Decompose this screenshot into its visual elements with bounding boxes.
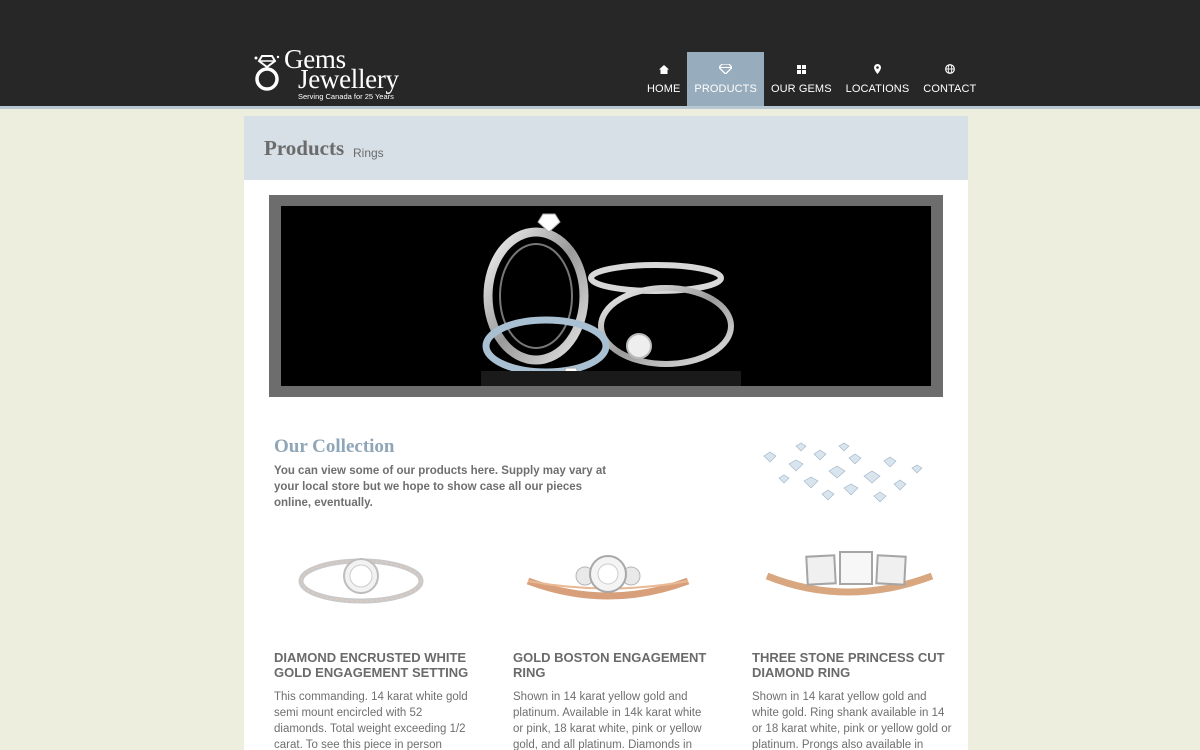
brand-tagline: Serving Canada for 25 Years xyxy=(298,92,394,101)
product-card[interactable]: DIAMOND ENCRUSTED WHITE GOLD ENGAGEMENT … xyxy=(274,536,474,750)
loose-diamonds-image xyxy=(734,416,939,516)
nav-label-locations: LOCATIONS xyxy=(845,83,910,95)
nav-label-home: HOME xyxy=(647,83,681,95)
product-card[interactable]: GOLD BOSTON ENGAGEMENT RING Shown in 14 … xyxy=(513,536,713,750)
map-pin-icon xyxy=(873,64,881,74)
nav-item-our-gems[interactable]: OUR GEMS xyxy=(764,52,839,106)
product-image[interactable] xyxy=(513,536,703,626)
product-title[interactable]: GOLD BOSTON ENGAGEMENT RING xyxy=(513,650,713,680)
diamond-icon xyxy=(719,64,733,74)
product-description: Shown in 14 karat yellow gold and white … xyxy=(752,691,952,750)
page-title: Products xyxy=(264,136,345,160)
site-header xyxy=(0,0,1200,106)
product-card[interactable]: THREE STONE PRINCESS CUT DIAMOND RING Sh… xyxy=(752,536,952,750)
header-divider xyxy=(0,106,1200,109)
grid-icon xyxy=(796,65,806,74)
nav-label-our-gems: OUR GEMS xyxy=(770,83,832,95)
hero-image-rings xyxy=(281,206,931,386)
product-description: This commanding. 14 karat white gold sem… xyxy=(274,691,468,750)
page-subtitle: Rings xyxy=(353,146,384,160)
collection-intro: You can view some of our products here. … xyxy=(274,465,607,509)
collection-title: Our Collection xyxy=(274,436,395,457)
content-panel: Products Rings Our Collection You can vi… xyxy=(244,116,968,750)
main-nav: HOME PRODUCTS OUR GEMS LOCATIONS CONTACT xyxy=(640,52,983,106)
product-description: Shown in 14 karat yellow gold and platin… xyxy=(513,691,702,750)
nav-item-products[interactable]: PRODUCTS xyxy=(687,52,764,106)
nav-label-contact: CONTACT xyxy=(923,83,977,95)
nav-item-home[interactable]: HOME xyxy=(640,52,687,106)
product-image[interactable] xyxy=(274,536,464,626)
hero-banner xyxy=(269,195,943,397)
home-icon xyxy=(658,65,669,74)
nav-item-contact[interactable]: CONTACT xyxy=(916,52,983,106)
product-title[interactable]: THREE STONE PRINCESS CUT DIAMOND RING xyxy=(752,650,952,680)
nav-label-products: PRODUCTS xyxy=(694,83,757,95)
ring-logo-icon xyxy=(254,55,280,91)
brand-name-line2: Jewellery xyxy=(298,64,399,94)
nav-item-locations[interactable]: LOCATIONS xyxy=(839,52,917,106)
brand-logo[interactable]: Gems Jewellery Serving Canada for 25 Yea… xyxy=(252,46,422,104)
page-title-band: Products Rings xyxy=(244,116,968,180)
product-image[interactable] xyxy=(752,536,942,626)
globe-icon xyxy=(944,64,955,74)
product-title[interactable]: DIAMOND ENCRUSTED WHITE GOLD ENGAGEMENT … xyxy=(274,650,474,680)
